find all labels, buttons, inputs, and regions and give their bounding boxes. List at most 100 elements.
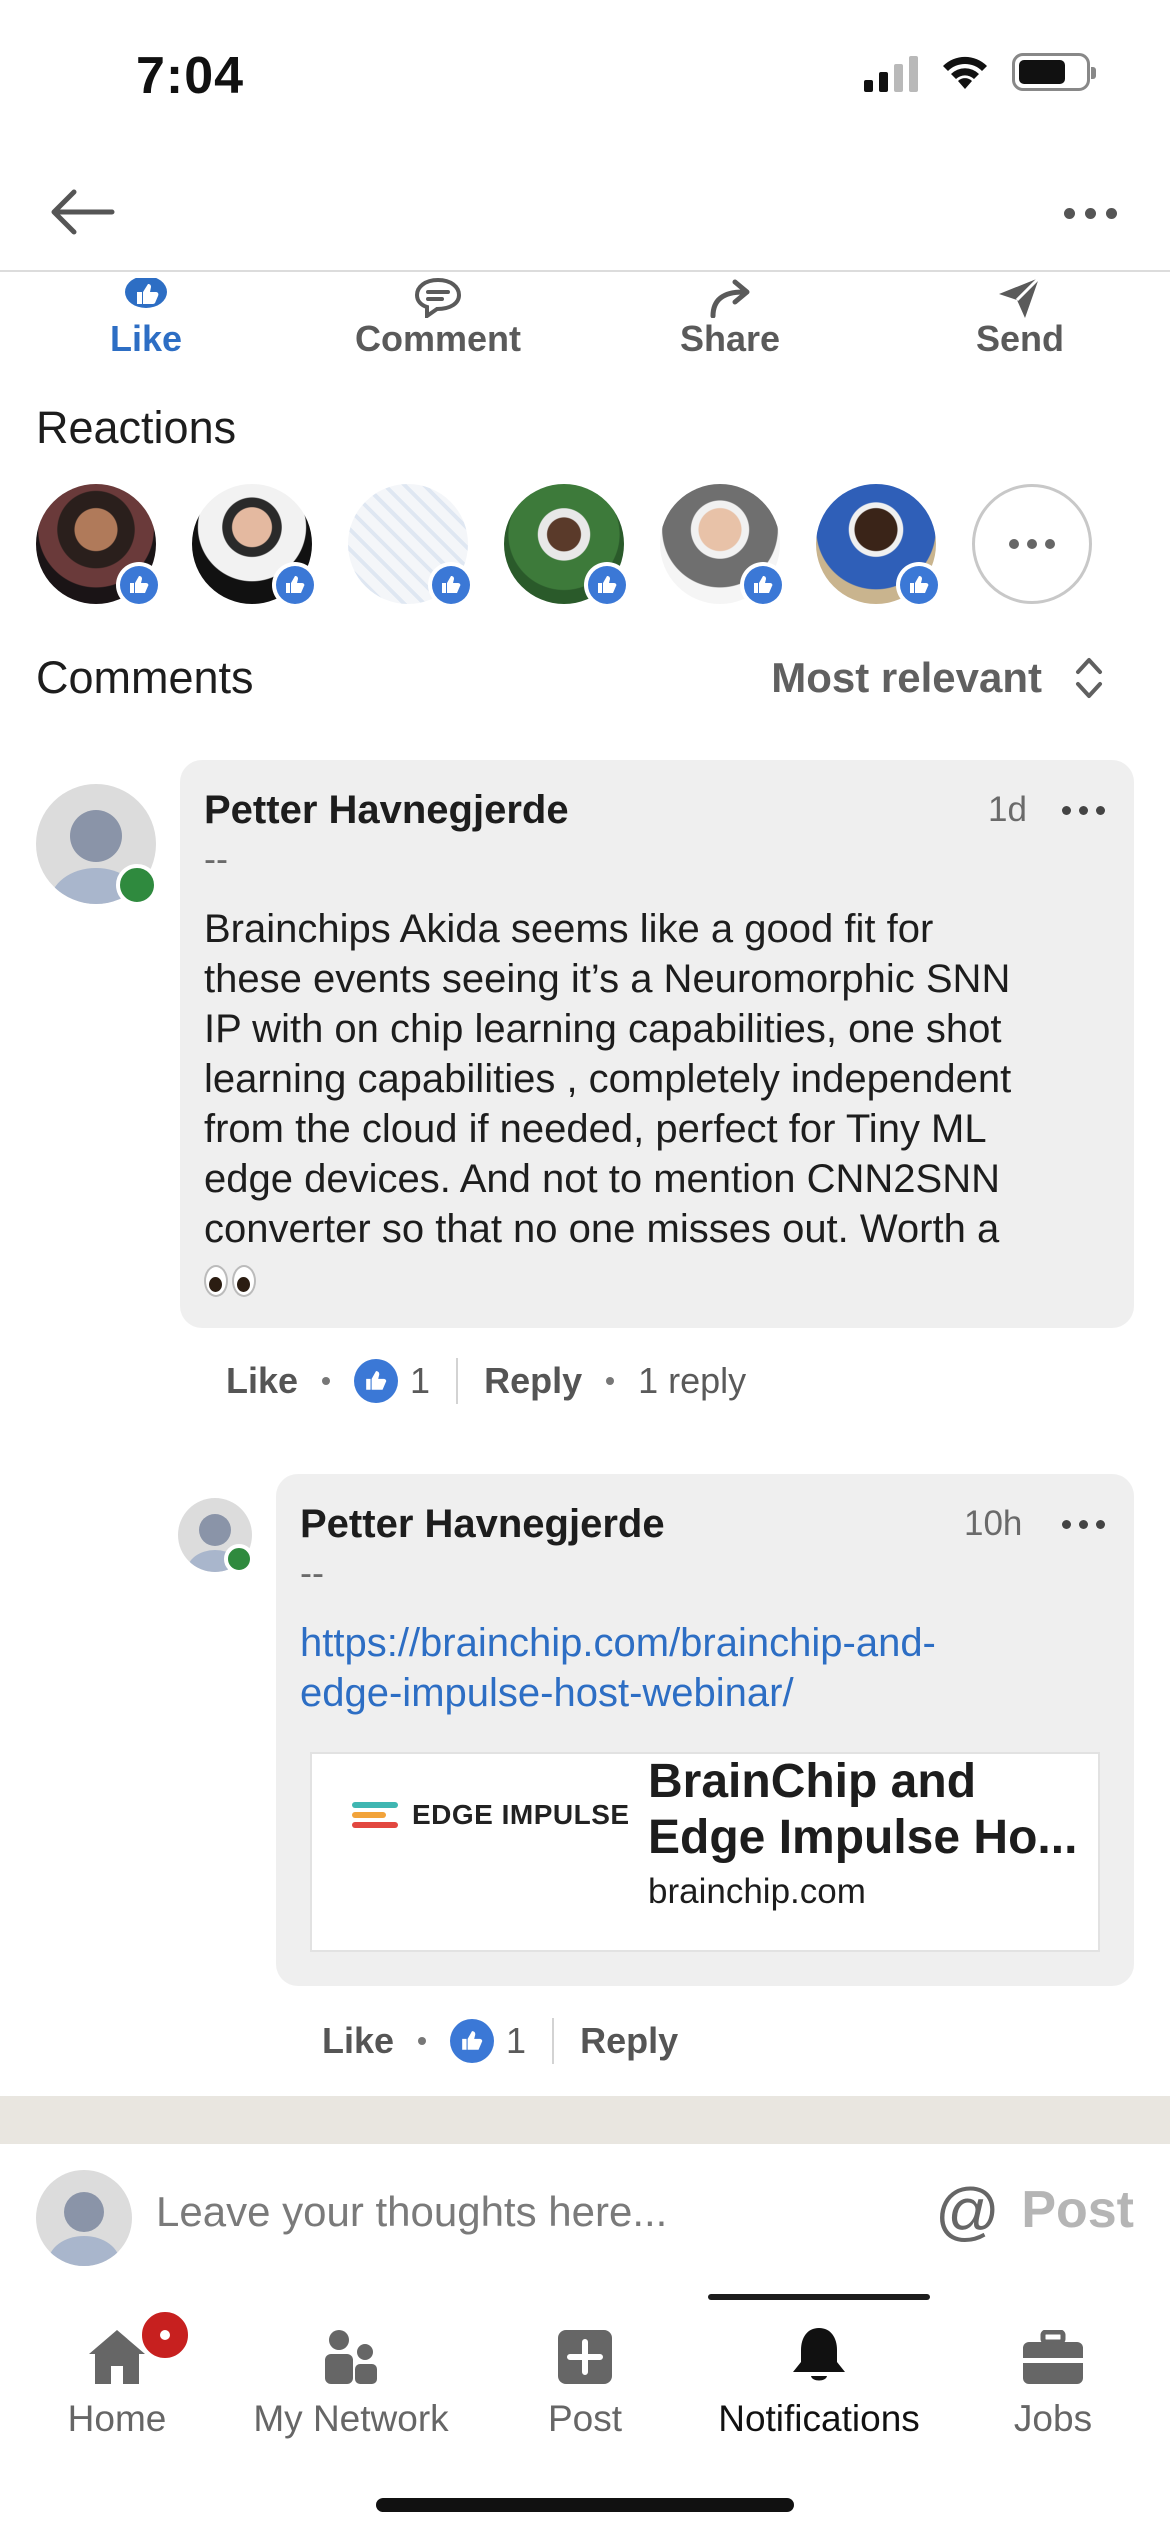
reply-time: 10h bbox=[964, 1504, 1023, 1543]
post-plus-icon bbox=[558, 2330, 612, 2384]
more-options-button[interactable] bbox=[1050, 188, 1130, 238]
post-action-bar: Like Comment Share Send bbox=[0, 272, 1170, 362]
share-icon bbox=[710, 279, 750, 318]
send-action-button[interactable]: Send bbox=[920, 272, 1120, 360]
comments-title: Comments bbox=[36, 652, 254, 703]
preview-domain: brainchip.com bbox=[648, 1872, 866, 1911]
status-time: 7:04 bbox=[136, 47, 245, 105]
reply-headline: -- bbox=[300, 1552, 324, 1593]
like-count-icon bbox=[450, 2019, 495, 2063]
more-icon bbox=[1063, 207, 1075, 219]
more-icon bbox=[1009, 539, 1019, 549]
comment-reply-button[interactable]: Reply bbox=[484, 1360, 582, 1402]
status-icons bbox=[864, 52, 1096, 92]
like-action-label: Like bbox=[109, 318, 183, 359]
eyes-emoji-icon bbox=[204, 1265, 256, 1298]
like-badge-icon bbox=[428, 562, 474, 608]
share-action-button[interactable]: Share bbox=[630, 272, 830, 360]
comment-line: these events seeing it’s a Neuromorphic … bbox=[204, 957, 1011, 1001]
reply-actions: Like 1 Reply bbox=[322, 2018, 678, 2064]
status-bar: 7:04 bbox=[0, 0, 1170, 150]
send-icon bbox=[999, 276, 1041, 318]
comment-body: Brainchips Akida seems like a good fit f… bbox=[204, 904, 1124, 1304]
tab-label: Post bbox=[547, 2398, 623, 2439]
comment-replies-link[interactable]: 1 reply bbox=[638, 1360, 746, 1402]
like-badge-icon bbox=[584, 562, 630, 608]
wifi-icon bbox=[943, 56, 987, 89]
sort-chevrons-icon bbox=[1076, 658, 1102, 698]
reply-link-line: https://brainchip.com/brainchip-and- bbox=[300, 1621, 936, 1665]
notification-badge bbox=[138, 2308, 192, 2362]
comment-line: Brainchips Akida seems like a good fit f… bbox=[204, 907, 934, 951]
reply-author[interactable]: Petter Havnegjerde bbox=[300, 1502, 665, 1547]
comment-icon bbox=[414, 277, 462, 318]
edge-impulse-logo: EDGE IMPULSE bbox=[352, 1798, 630, 1832]
like-icon bbox=[125, 278, 167, 308]
comment-author[interactable]: Petter Havnegjerde bbox=[204, 788, 569, 833]
tab-notifications[interactable]: Notifications bbox=[702, 2276, 936, 2440]
more-icon bbox=[1062, 1520, 1071, 1529]
network-icon bbox=[325, 2330, 377, 2384]
comment-line: edge devices. And not to mention CNN2SNN bbox=[204, 1157, 1000, 1201]
mention-at-icon[interactable]: @ bbox=[935, 2174, 1000, 2248]
sort-label: Most relevant bbox=[771, 654, 1042, 701]
link-preview-card[interactable]: EDGE IMPULSE BrainChip and Edge Impulse … bbox=[310, 1752, 1100, 1952]
more-reactions-button[interactable] bbox=[972, 484, 1092, 604]
bottom-tab-bar: Home My Network Post Notifications Jobs bbox=[0, 2276, 1170, 2532]
reply-reply-button[interactable]: Reply bbox=[580, 2020, 678, 2062]
reply-link-line: edge-impulse-host-webinar/ bbox=[300, 1671, 794, 1715]
tab-home[interactable]: Home bbox=[0, 2276, 234, 2440]
comment-line: converter so that no one misses out. Wor… bbox=[204, 1207, 1000, 1251]
like-badge-icon bbox=[116, 562, 162, 608]
reply-like-button[interactable]: Like bbox=[322, 2020, 394, 2062]
back-arrow-icon bbox=[51, 189, 115, 235]
reactor-avatar[interactable] bbox=[192, 484, 318, 608]
my-avatar bbox=[36, 2170, 132, 2266]
reactor-avatar[interactable] bbox=[504, 484, 630, 608]
comment-like-button[interactable]: Like bbox=[226, 1360, 298, 1402]
reactor-avatar[interactable] bbox=[660, 484, 786, 608]
online-status-icon bbox=[116, 864, 158, 906]
comment-line: from the cloud if needed, perfect for Ti… bbox=[204, 1107, 987, 1151]
comment-action-button[interactable]: Comment bbox=[338, 272, 538, 360]
sort-dropdown[interactable]: Most relevant bbox=[771, 654, 1106, 702]
reactor-avatar[interactable] bbox=[348, 484, 474, 608]
divider bbox=[0, 2096, 1170, 2144]
tab-label: Jobs bbox=[1013, 2398, 1093, 2439]
tab-label: Notifications bbox=[718, 2398, 920, 2439]
reply-like-count[interactable]: 1 bbox=[506, 2020, 526, 2062]
logo-text: EDGE IMPULSE bbox=[412, 1799, 630, 1830]
like-action-button[interactable]: Like bbox=[46, 272, 246, 360]
reactions-row bbox=[36, 484, 1092, 608]
send-action-label: Send bbox=[975, 318, 1064, 359]
comment-time: 1d bbox=[988, 790, 1027, 829]
briefcase-icon bbox=[1023, 2330, 1083, 2384]
reactor-avatar[interactable] bbox=[36, 484, 162, 608]
bell-icon bbox=[793, 2328, 845, 2381]
like-badge-icon bbox=[272, 562, 318, 608]
share-action-label: Share bbox=[679, 318, 781, 359]
back-button[interactable] bbox=[46, 182, 118, 242]
reactor-avatar[interactable] bbox=[816, 484, 942, 608]
tab-jobs[interactable]: Jobs bbox=[936, 2276, 1170, 2440]
post-comment-button[interactable]: Post bbox=[1021, 2180, 1134, 2240]
comment-input[interactable]: Leave your thoughts here... bbox=[156, 2188, 667, 2236]
comment-line: learning capabilities , completely indep… bbox=[204, 1057, 1012, 1101]
battery-icon bbox=[1012, 53, 1096, 91]
comment-more-button[interactable] bbox=[1062, 806, 1105, 815]
reply-link[interactable]: https://brainchip.com/brainchip-and- edg… bbox=[300, 1618, 1120, 1718]
tab-my-network[interactable]: My Network bbox=[234, 2276, 468, 2440]
home-indicator bbox=[376, 2498, 794, 2512]
comment-like-count[interactable]: 1 bbox=[410, 1360, 430, 1402]
online-status-icon bbox=[224, 1544, 254, 1574]
like-badge-icon bbox=[740, 562, 786, 608]
tab-post[interactable]: Post bbox=[468, 2276, 702, 2440]
comment-actions: Like 1 Reply 1 reply bbox=[226, 1358, 746, 1404]
top-nav bbox=[0, 150, 1170, 272]
cellular-signal-icon bbox=[864, 52, 918, 92]
comment-line: IP with on chip learning capabilities, o… bbox=[204, 1007, 1002, 1051]
like-count-icon bbox=[354, 1359, 399, 1403]
reply-more-button[interactable] bbox=[1062, 1520, 1105, 1529]
tab-label: My Network bbox=[253, 2398, 449, 2439]
comment-action-label: Comment bbox=[354, 318, 521, 359]
